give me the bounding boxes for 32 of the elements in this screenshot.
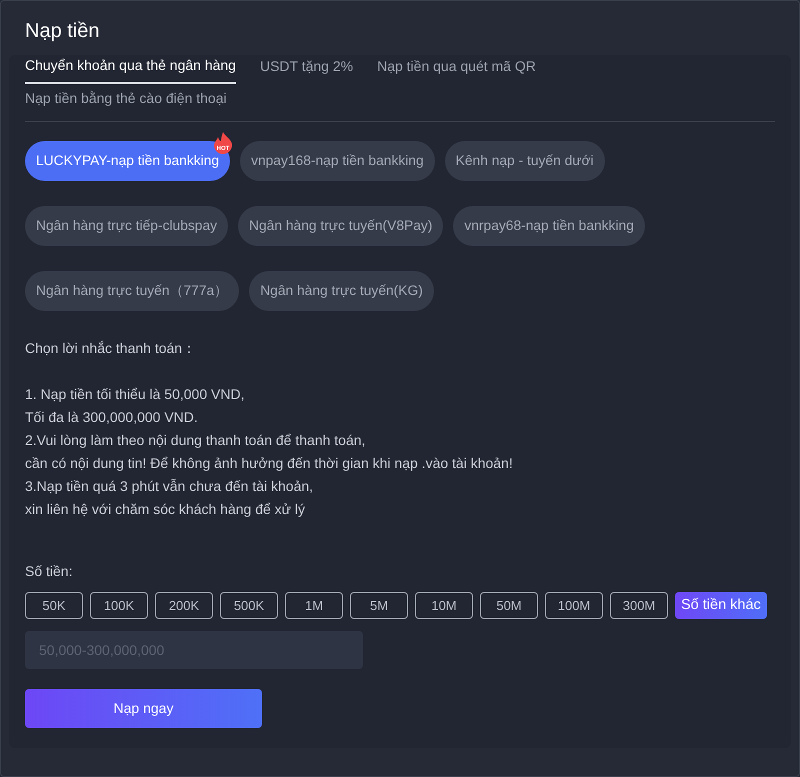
- tab[interactable]: USDT tặng 2%: [260, 55, 354, 84]
- amount-option[interactable]: Số tiền khác: [675, 592, 767, 619]
- amount-option[interactable]: 50K: [25, 592, 83, 619]
- channel-button[interactable]: Kênh nạp - tuyến dưới: [444, 141, 605, 181]
- channel-button[interactable]: Ngân hàng trực tuyến(KG): [249, 271, 434, 311]
- amount-option[interactable]: 5M: [350, 592, 408, 619]
- notice-line: xin liên hệ với chăm sóc khách hàng để xử lý: [25, 500, 306, 519]
- tab[interactable]: Nạp tiền bằng thẻ cào điện thoại: [25, 88, 227, 115]
- notice-line: 3.Nạp tiền quá 3 phút vẫn chưa đến tài khoản,: [25, 477, 314, 496]
- notice-line: 1. Nạp tiền tối thiểu là 50,000 VND,: [25, 385, 246, 404]
- amount-option[interactable]: 50M: [480, 592, 538, 619]
- amount-option[interactable]: 300M: [610, 592, 668, 619]
- tab[interactable]: Nạp tiền qua quét mã QR: [377, 55, 536, 84]
- channel-button[interactable]: vnrpay68-nạp tiền bankking: [453, 206, 645, 246]
- channel-button[interactable]: Ngân hàng trực tuyến(V8Pay): [238, 206, 444, 246]
- amount-option[interactable]: 1M: [285, 592, 343, 619]
- amount-option[interactable]: 10M: [415, 592, 473, 619]
- channel-button[interactable]: vnpay168-nạp tiền bankking: [240, 141, 435, 181]
- amount-option[interactable]: 200K: [155, 592, 213, 619]
- channel-button[interactable]: Ngân hàng trực tuyến（777a）: [25, 271, 240, 311]
- notice-line: Tối đa là 300,000,000 VND.: [25, 408, 199, 427]
- amount-option[interactable]: 100M: [545, 592, 603, 619]
- notice-line: 2.Vui lòng làm theo nội dung thanh toán để thanh toán,: [25, 431, 366, 450]
- tab[interactable]: Chuyển khoản qua thẻ ngân hàng: [25, 55, 236, 84]
- page-title: Nạp tiền: [24, 19, 100, 44]
- notice-heading: Chọn lời nhắc thanh toán：: [25, 339, 198, 358]
- deposit-button[interactable]: Nạp ngay: [25, 689, 262, 728]
- channel-button[interactable]: Ngân hàng trực tiếp-clubspay: [25, 206, 228, 246]
- amount-option[interactable]: 100K: [90, 592, 148, 619]
- notice-line: cần có nội dung tin! Để không ảnh hưởng đến thời gian khi nạp .vào tài khoản!: [25, 454, 514, 473]
- amount-label: Số tiền:: [25, 562, 74, 581]
- amount-option[interactable]: 500K: [220, 592, 278, 619]
